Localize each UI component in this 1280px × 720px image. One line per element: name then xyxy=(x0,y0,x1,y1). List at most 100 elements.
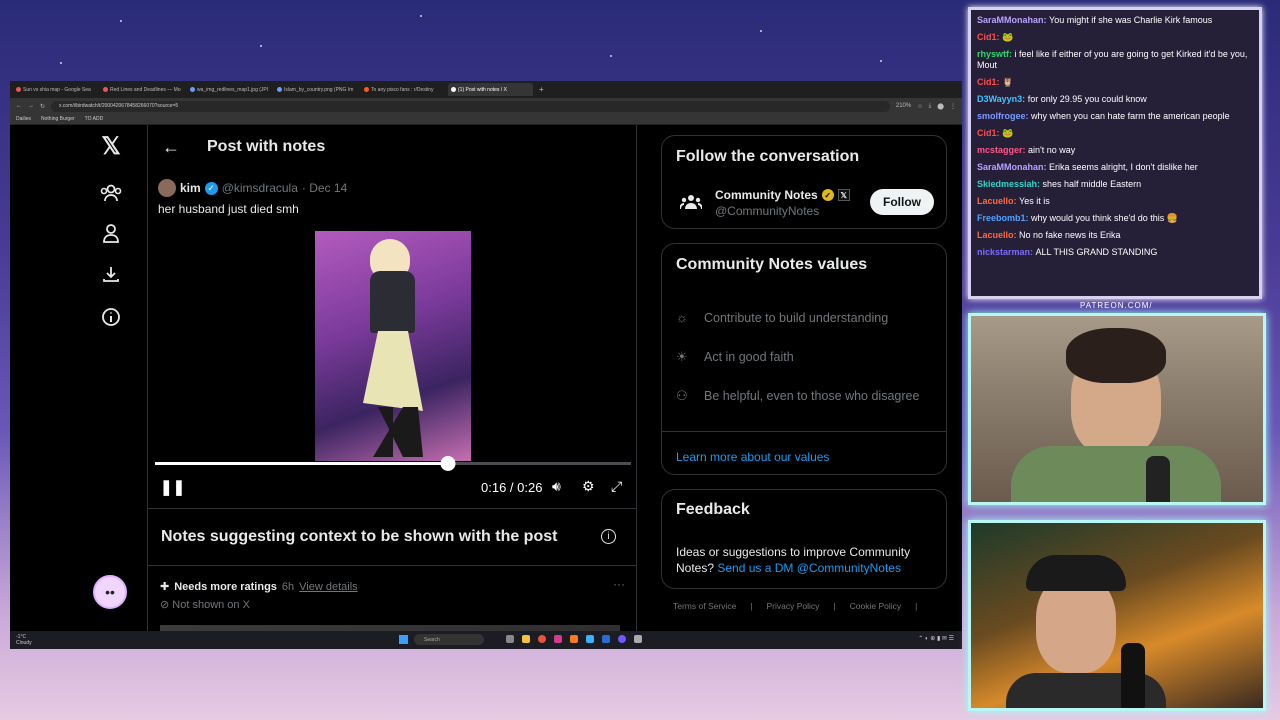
browser-tab[interactable]: To any pisco fans : r/Destiny xyxy=(361,83,446,96)
bookmark-item[interactable]: TO ADD xyxy=(85,116,104,122)
left-nav: 𝕏 •• xyxy=(90,125,150,631)
windows-taskbar: -1°C Cloudy Search ⌃ ◐ ⊕ ▮ ✉ ☰ xyxy=(10,631,962,649)
volume-icon[interactable]: 🔊︎ xyxy=(552,478,561,495)
back-arrow-icon[interactable]: ← xyxy=(162,137,180,158)
extensions-icon[interactable]: ⬤ xyxy=(937,103,944,110)
footer-link[interactable]: Cookie Policy xyxy=(850,601,902,611)
video-player[interactable] xyxy=(315,231,471,461)
community-notes-handle[interactable]: @CommunityNotes xyxy=(715,204,819,218)
windows-start-icon[interactable] xyxy=(399,635,408,644)
author-name[interactable]: kim xyxy=(180,181,201,195)
chat-username[interactable]: Cid1: xyxy=(977,77,1002,87)
value-text: Act in good faith xyxy=(704,350,794,364)
back-nav-icon[interactable]: ← xyxy=(16,103,22,109)
chat-username[interactable]: Freebomb1: xyxy=(977,213,1031,223)
tab-label: To any pisco fans : r/Destiny xyxy=(371,86,434,93)
browser-tab[interactable]: wa_img_redlines_map1.jpg (JPI xyxy=(187,83,272,96)
note-not-shown: ⊘ Not shown on X xyxy=(160,598,250,611)
profile-icon[interactable] xyxy=(100,222,122,244)
bookmark-item[interactable]: Nothing Burger xyxy=(41,116,75,122)
stream-chat: SaraMMonahan: You might if she was Charl… xyxy=(968,7,1262,299)
app-taskbar-icon[interactable] xyxy=(618,635,626,643)
chat-username[interactable]: rhyswtf: xyxy=(977,49,1015,59)
follow-card: Follow the conversation Community Notes … xyxy=(661,135,947,229)
zoom-badge[interactable]: 210% xyxy=(896,103,911,109)
download-browser-icon[interactable]: ⤓ xyxy=(929,103,932,110)
x-logo-icon[interactable]: 𝕏 xyxy=(100,133,122,160)
value-text: Be helpful, even to those who disagree xyxy=(704,389,920,403)
new-tab-button[interactable]: + xyxy=(539,85,544,94)
footer-link[interactable]: Privacy Policy xyxy=(767,601,820,611)
pause-button[interactable]: ❚❚ xyxy=(160,478,185,496)
chat-text: 🐸 xyxy=(1002,128,1014,138)
chat-message: Lacuello: No no fake news its Erika xyxy=(977,230,1253,241)
app-taskbar-icon[interactable] xyxy=(634,635,642,643)
bookmark-star-icon[interactable]: ☆ xyxy=(917,103,922,110)
chat-message: Cid1: 🦉 xyxy=(977,77,1253,88)
chat-username[interactable]: nickstarman: xyxy=(977,247,1036,257)
video-scrubber-handle[interactable] xyxy=(440,456,456,471)
communities-icon[interactable] xyxy=(100,182,122,204)
notes-info-icon[interactable]: i xyxy=(601,529,616,544)
note-more-menu-icon[interactable]: ··· xyxy=(613,577,625,591)
url-field[interactable]: x.com/i/birdwatch/t/2000420678458266070?… xyxy=(51,100,890,112)
chat-username[interactable]: Cid1: xyxy=(977,128,1002,138)
chat-username[interactable]: D3Wayyn3: xyxy=(977,94,1028,104)
forward-nav-icon[interactable]: → xyxy=(28,103,34,109)
browser-tab[interactable]: Red Lines and Deadlines — Mo xyxy=(100,83,185,96)
send-dm-link[interactable]: Send us a DM @CommunityNotes xyxy=(717,561,901,575)
follow-button[interactable]: Follow xyxy=(870,189,934,215)
chat-username[interactable]: SaraMMonahan: xyxy=(977,162,1049,172)
tab-bar: Sun vs shia map - Google Sea Red Lines a… xyxy=(10,81,962,98)
people-icon: ⚇ xyxy=(676,388,688,403)
download-icon[interactable] xyxy=(100,263,122,285)
app-taskbar-icon[interactable] xyxy=(602,635,610,643)
system-tray[interactable]: ⌃ ◐ ⊕ ▮ ✉ ☰ xyxy=(918,635,954,642)
browser-window: Sun vs shia map - Google Sea Red Lines a… xyxy=(10,81,962,649)
reload-icon[interactable]: ↻ xyxy=(40,103,45,110)
browser-taskbar-icon[interactable] xyxy=(538,635,546,643)
chat-username[interactable]: SaraMMonahan: xyxy=(977,15,1049,25)
browser-tab[interactable]: Islam_by_country.png (PNG Im xyxy=(274,83,359,96)
browser-tab[interactable]: Sun vs shia map - Google Sea xyxy=(13,83,98,96)
footer-link[interactable]: Terms of Service xyxy=(673,601,736,611)
streamer-1-shirt xyxy=(1011,446,1221,502)
explorer-icon[interactable] xyxy=(522,635,530,643)
fullscreen-icon[interactable]: ⤢ xyxy=(611,478,622,495)
chat-username[interactable]: Cid1: xyxy=(977,32,1002,42)
learn-more-link[interactable]: Learn more about our values xyxy=(676,450,829,464)
weather-widget[interactable]: -1°C Cloudy xyxy=(16,634,32,646)
chat-username[interactable]: Skiedmessiah: xyxy=(977,179,1043,189)
menu-icon[interactable]: ⋮ xyxy=(950,103,956,110)
chat-username[interactable]: Lacuello: xyxy=(977,196,1019,206)
footer-separator: | xyxy=(915,601,918,611)
app-taskbar-icon[interactable] xyxy=(570,635,578,643)
tab-favicon-icon xyxy=(277,87,282,92)
task-view-icon[interactable] xyxy=(506,635,514,643)
bookmark-item[interactable]: Dailies xyxy=(16,116,31,122)
chat-username[interactable]: mcstagger: xyxy=(977,145,1028,155)
chat-text: 🦉 xyxy=(1002,77,1014,87)
info-icon[interactable] xyxy=(100,306,122,328)
author-handle[interactable]: @kimsdracula xyxy=(222,181,298,195)
footer-separator: | xyxy=(750,601,753,611)
sun-icon: ☼ xyxy=(676,310,688,325)
taskbar-search[interactable]: Search xyxy=(414,634,484,645)
browser-tab-active[interactable]: (1) Post with notes / X xyxy=(448,83,533,96)
page-header: ← Post with notes xyxy=(148,125,636,169)
user-avatar[interactable]: •• xyxy=(93,575,127,609)
author-avatar[interactable] xyxy=(158,179,176,197)
values-card: Community Notes values ☼ Contribute to bu… xyxy=(661,243,947,475)
post-date[interactable]: · Dec 14 xyxy=(302,181,347,195)
profile-svg xyxy=(103,224,119,243)
app-taskbar-icon[interactable] xyxy=(586,635,594,643)
verified-badge-icon: ✓ xyxy=(204,181,218,195)
view-details-link[interactable]: View details xyxy=(299,581,358,593)
chat-username[interactable]: Lacuello: xyxy=(977,230,1019,240)
app-taskbar-icon[interactable] xyxy=(554,635,562,643)
video-progress-bar[interactable] xyxy=(155,456,631,471)
settings-gear-icon[interactable]: ⚙ xyxy=(582,478,595,495)
chat-message: Skiedmessiah: shes half middle Eastern xyxy=(977,179,1253,190)
chat-username[interactable]: smolfrogee: xyxy=(977,111,1031,121)
community-notes-name[interactable]: Community Notes ✓ 𝕏 xyxy=(715,188,850,202)
